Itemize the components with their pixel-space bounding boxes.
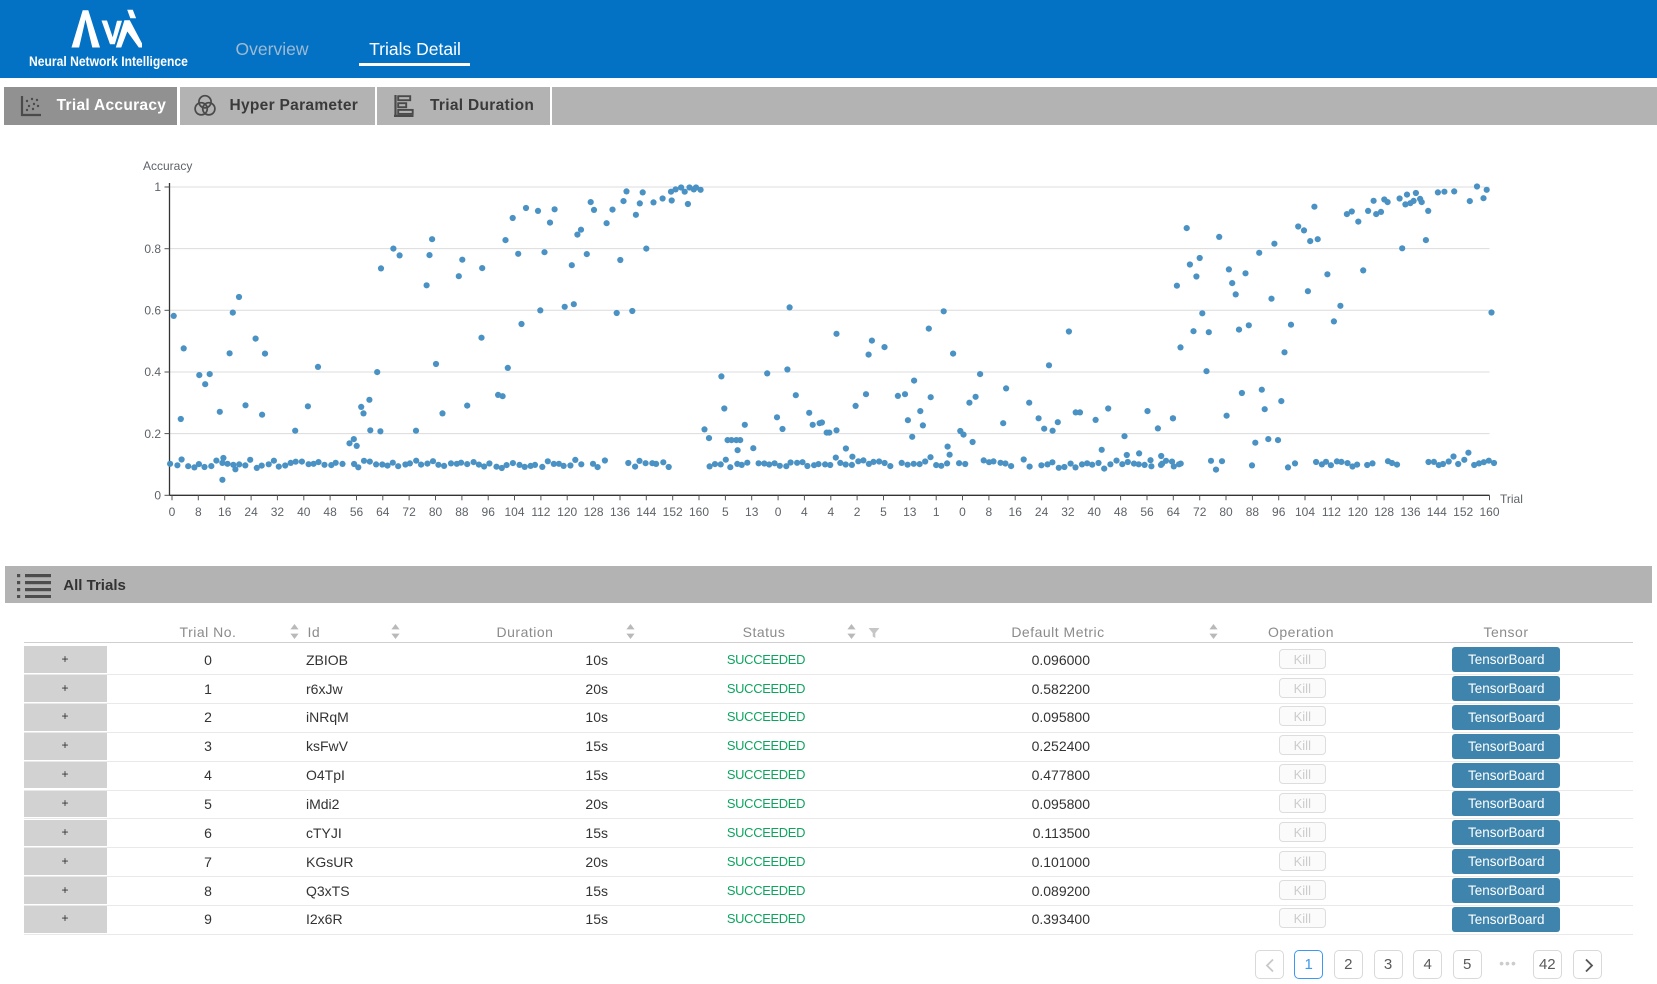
svg-text:72: 72 [1193, 505, 1207, 519]
svg-text:160: 160 [1479, 505, 1499, 519]
svg-text:128: 128 [1374, 505, 1394, 519]
svg-text:56: 56 [350, 505, 364, 519]
svg-text:144: 144 [1427, 505, 1447, 519]
svg-text:4: 4 [801, 505, 808, 519]
svg-text:0: 0 [154, 489, 161, 503]
svg-text:2: 2 [854, 505, 861, 519]
svg-text:112: 112 [1322, 505, 1341, 519]
svg-text:48: 48 [1114, 505, 1128, 519]
svg-text:0: 0 [775, 505, 782, 519]
svg-text:Trial: Trial [1500, 492, 1523, 506]
svg-text:32: 32 [271, 505, 285, 519]
svg-text:112: 112 [531, 505, 550, 519]
svg-text:64: 64 [1167, 505, 1181, 519]
svg-text:16: 16 [1009, 505, 1023, 519]
svg-text:0.8: 0.8 [144, 242, 161, 256]
svg-text:96: 96 [1272, 505, 1286, 519]
svg-text:64: 64 [376, 505, 390, 519]
svg-text:24: 24 [1035, 505, 1049, 519]
svg-text:152: 152 [1453, 505, 1473, 519]
svg-text:0.6: 0.6 [144, 304, 161, 318]
svg-text:Accuracy: Accuracy [143, 159, 192, 173]
svg-text:8: 8 [986, 505, 993, 519]
svg-text:0: 0 [169, 505, 176, 519]
svg-text:136: 136 [610, 505, 630, 519]
svg-text:104: 104 [504, 505, 524, 519]
svg-text:24: 24 [244, 505, 258, 519]
svg-text:56: 56 [1140, 505, 1154, 519]
svg-text:8: 8 [195, 505, 202, 519]
svg-text:1: 1 [933, 505, 940, 519]
svg-text:88: 88 [455, 505, 469, 519]
svg-text:136: 136 [1400, 505, 1420, 519]
svg-text:144: 144 [636, 505, 656, 519]
svg-text:96: 96 [482, 505, 496, 519]
svg-text:0.2: 0.2 [144, 427, 161, 441]
svg-text:104: 104 [1295, 505, 1315, 519]
svg-text:80: 80 [1219, 505, 1233, 519]
svg-text:0.4: 0.4 [144, 365, 161, 379]
svg-text:160: 160 [689, 505, 709, 519]
svg-text:88: 88 [1246, 505, 1260, 519]
svg-text:32: 32 [1061, 505, 1075, 519]
svg-text:72: 72 [402, 505, 416, 519]
svg-text:80: 80 [429, 505, 443, 519]
svg-text:5: 5 [722, 505, 729, 519]
svg-text:13: 13 [745, 505, 759, 519]
svg-text:5: 5 [880, 505, 887, 519]
svg-text:40: 40 [297, 505, 311, 519]
svg-text:40: 40 [1088, 505, 1102, 519]
svg-text:152: 152 [663, 505, 683, 519]
svg-text:120: 120 [1348, 505, 1368, 519]
svg-text:0: 0 [959, 505, 966, 519]
svg-text:16: 16 [218, 505, 232, 519]
svg-text:13: 13 [903, 505, 917, 519]
svg-text:48: 48 [323, 505, 337, 519]
svg-text:120: 120 [557, 505, 577, 519]
svg-text:128: 128 [584, 505, 604, 519]
svg-text:1: 1 [154, 180, 161, 194]
svg-text:4: 4 [827, 505, 834, 519]
